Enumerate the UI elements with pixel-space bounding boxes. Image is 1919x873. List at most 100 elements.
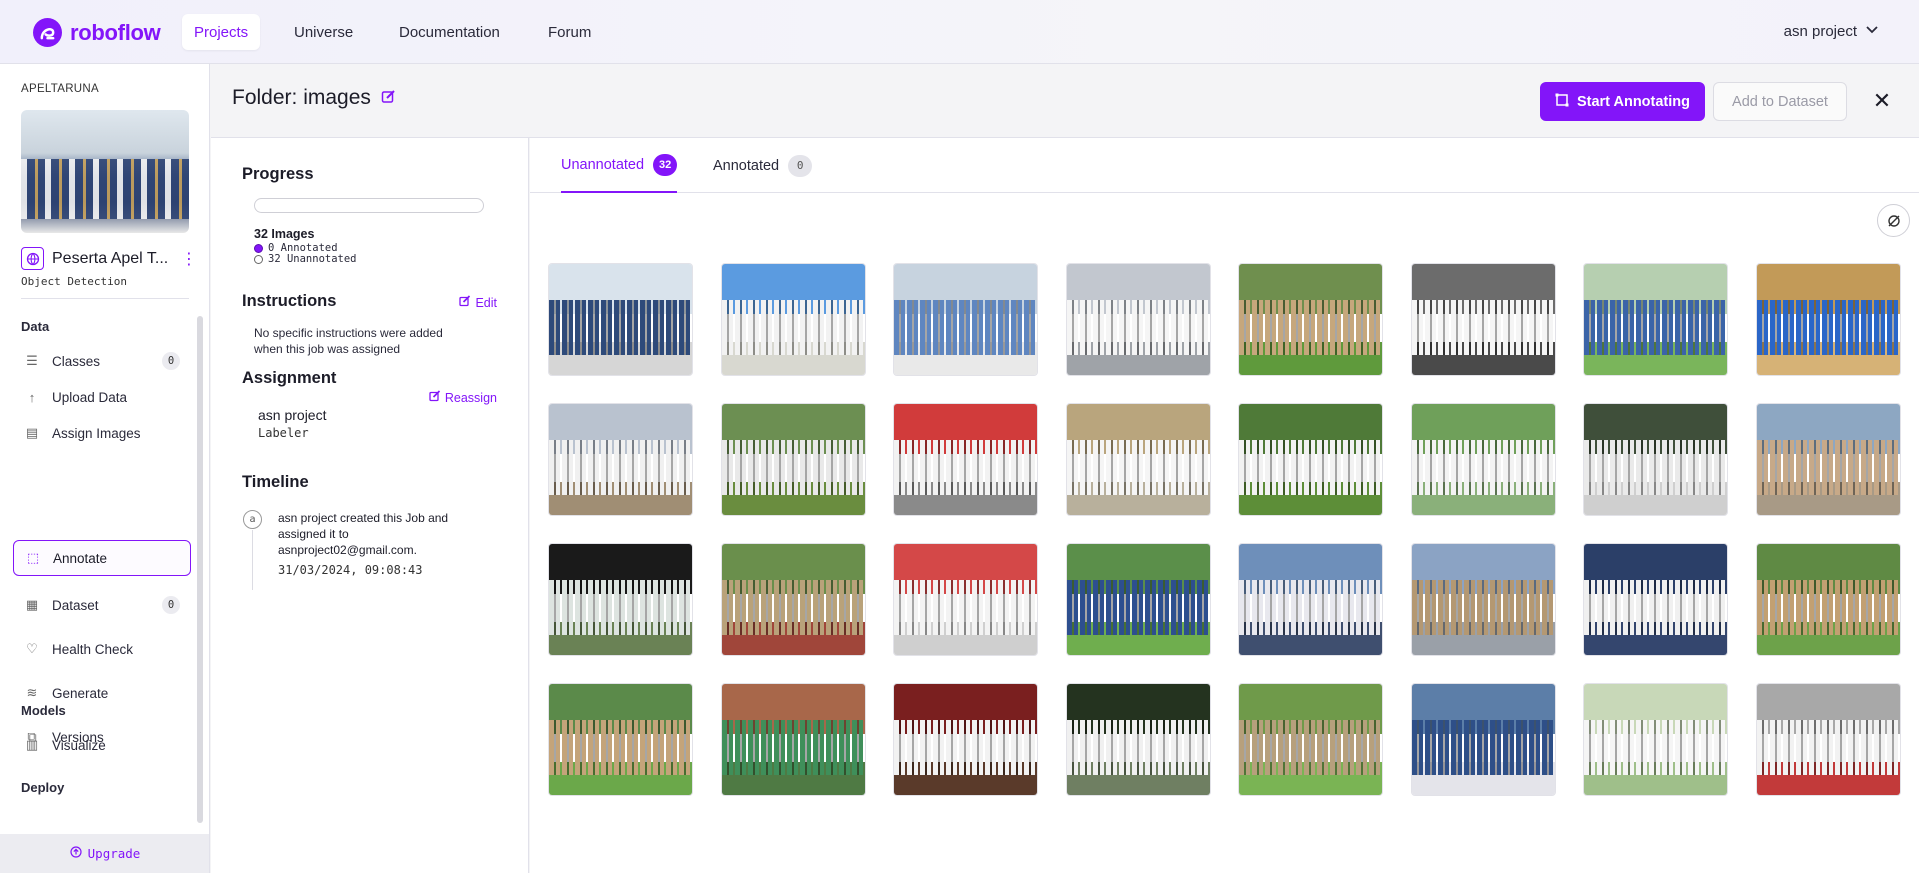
edit-icon [429, 390, 441, 405]
sidebar-item-label: Annotate [53, 550, 108, 566]
roboflow-logo[interactable]: roboflow [33, 18, 161, 47]
image-thumbnail[interactable] [1755, 683, 1901, 796]
image-thumbnail[interactable] [1238, 683, 1383, 796]
sidebar-item-visualize[interactable]: ▥ Visualize [13, 727, 191, 763]
image-thumbnail[interactable] [1238, 403, 1383, 516]
count-badge: 32 [653, 153, 678, 176]
project-thumbnail[interactable] [21, 110, 189, 233]
sidebar-scrollbar[interactable] [197, 316, 203, 823]
section-data: Data [21, 319, 50, 334]
nav-tab-universe[interactable]: Universe [282, 14, 365, 50]
upgrade-button[interactable]: Upgrade [0, 834, 209, 873]
dataset-icon: ▦ [25, 597, 39, 612]
image-thumbnail[interactable] [1410, 403, 1556, 516]
section-models: Models [21, 703, 66, 718]
image-thumbnail[interactable] [1238, 543, 1383, 656]
edit-label: Edit [475, 295, 497, 310]
image-thumbnail[interactable] [1583, 683, 1728, 796]
sidebar-item-dataset[interactable]: ▦ Dataset 0 [13, 587, 191, 623]
legend-unannotated: 32 Unannotated [254, 253, 357, 265]
instructions-text-line-2: when this job was assigned [254, 342, 401, 356]
nav-tab-documentation[interactable]: Documentation [387, 14, 512, 50]
nav-tab-forum[interactable]: Forum [536, 14, 603, 50]
image-thumbnail[interactable] [1410, 263, 1556, 376]
image-thumbnail[interactable] [1583, 403, 1728, 516]
avatar: a [243, 510, 262, 529]
tab-annotated[interactable]: Annotated 0 [713, 138, 813, 193]
image-thumbnail[interactable] [1065, 403, 1211, 516]
image-thumbnail[interactable] [893, 263, 1038, 376]
image-thumbnail[interactable] [1238, 263, 1383, 376]
image-thumbnail[interactable] [720, 683, 866, 796]
project-menu-label: asn project [1783, 22, 1857, 40]
sidebar-item-classes[interactable]: ☰ Classes 0 [13, 343, 191, 379]
image-thumbnail[interactable] [548, 403, 693, 516]
timeline-text-line: asn project created this Job and [278, 511, 449, 525]
sidebar-item-upload-data[interactable]: ↑ Upload Data [13, 379, 191, 415]
start-annotating-button[interactable]: Start Annotating [1540, 82, 1705, 121]
image-thumbnail[interactable] [1065, 263, 1211, 376]
image-gallery: Unannotated 32 Annotated 0 [530, 138, 1919, 873]
tab-label: Unannotated [561, 156, 645, 173]
sidebar-item-label: Upload Data [52, 389, 128, 405]
progress-bar [254, 198, 484, 213]
edit-instructions-button[interactable]: Edit [459, 295, 497, 310]
sidebar-item-health-check[interactable]: ♡ Health Check [13, 631, 191, 667]
assignee-name: asn project [258, 407, 327, 423]
add-to-dataset-button[interactable]: Add to Dataset [1713, 82, 1847, 121]
annotate-icon [1555, 93, 1569, 111]
reassign-button[interactable]: Reassign [429, 390, 497, 405]
upload-icon: ↑ [28, 389, 36, 405]
instructions-heading: Instructions [242, 292, 337, 310]
unannotated-dot-icon [254, 254, 263, 264]
image-thumbnail[interactable] [548, 683, 693, 796]
start-annotating-label: Start Annotating [1576, 93, 1691, 110]
timeline-text-line: asnproject02@gmail.com. [278, 543, 417, 557]
section-deploy: Deploy [21, 780, 65, 795]
image-thumbnail[interactable] [548, 543, 693, 656]
instructions-text-line-1: No specific instructions were added [254, 326, 443, 340]
image-thumbnail[interactable] [1065, 543, 1211, 656]
image-thumbnail[interactable] [1755, 263, 1901, 376]
divider [21, 298, 189, 299]
image-thumbnail[interactable] [1755, 403, 1901, 516]
images-count: 32 Images [254, 227, 315, 241]
sidebar-item-label: Health Check [52, 641, 134, 657]
sidebar: APELTARUNA Peserta Apel T... ⋮ Object De… [0, 64, 210, 873]
more-vertical-icon[interactable]: ⋮ [181, 249, 197, 269]
close-icon[interactable]: ✕ [1867, 86, 1897, 116]
assign-icon: ▤ [25, 425, 39, 440]
hide-annotations-icon[interactable] [1877, 204, 1910, 237]
sidebar-item-label: Visualize [52, 737, 106, 753]
image-thumbnail[interactable] [720, 543, 866, 656]
image-thumbnail[interactable] [1583, 263, 1728, 376]
timeline-text-line: assigned it to [278, 527, 349, 541]
sidebar-item-annotate[interactable]: ⬚ Annotate [13, 540, 191, 576]
heart-icon: ♡ [26, 641, 38, 656]
annotation-tabs: Unannotated 32 Annotated 0 [530, 138, 1919, 193]
image-thumbnail[interactable] [548, 263, 693, 376]
edit-icon[interactable] [381, 89, 396, 108]
image-thumbnail[interactable] [1410, 543, 1556, 656]
project-title-row: Peserta Apel T... ⋮ [21, 247, 197, 270]
roboflow-logo-icon [33, 18, 62, 47]
folder-header: Folder: images Start Annotating Add to D… [211, 64, 1919, 138]
image-thumbnail[interactable] [720, 403, 866, 516]
image-thumbnail[interactable] [720, 263, 866, 376]
image-thumbnail[interactable] [1065, 683, 1211, 796]
globe-icon [21, 247, 44, 270]
sidebar-item-label: Assign Images [52, 425, 141, 441]
image-thumbnail[interactable] [1755, 543, 1901, 656]
annotated-dot-icon [254, 243, 263, 253]
job-details-panel: Progress 32 Images 0 Annotated 32 Unanno… [211, 138, 529, 873]
image-thumbnail[interactable] [893, 683, 1038, 796]
sidebar-item-assign-images[interactable]: ▤ Assign Images [13, 415, 191, 451]
image-thumbnail[interactable] [893, 403, 1038, 516]
reassign-label: Reassign [444, 390, 497, 405]
tab-unannotated[interactable]: Unannotated 32 [561, 138, 678, 193]
image-thumbnail[interactable] [1410, 683, 1556, 796]
image-thumbnail[interactable] [893, 543, 1038, 656]
project-menu[interactable]: asn project [1784, 22, 1879, 40]
image-thumbnail[interactable] [1583, 543, 1728, 656]
nav-tab-projects[interactable]: Projects [182, 14, 261, 50]
